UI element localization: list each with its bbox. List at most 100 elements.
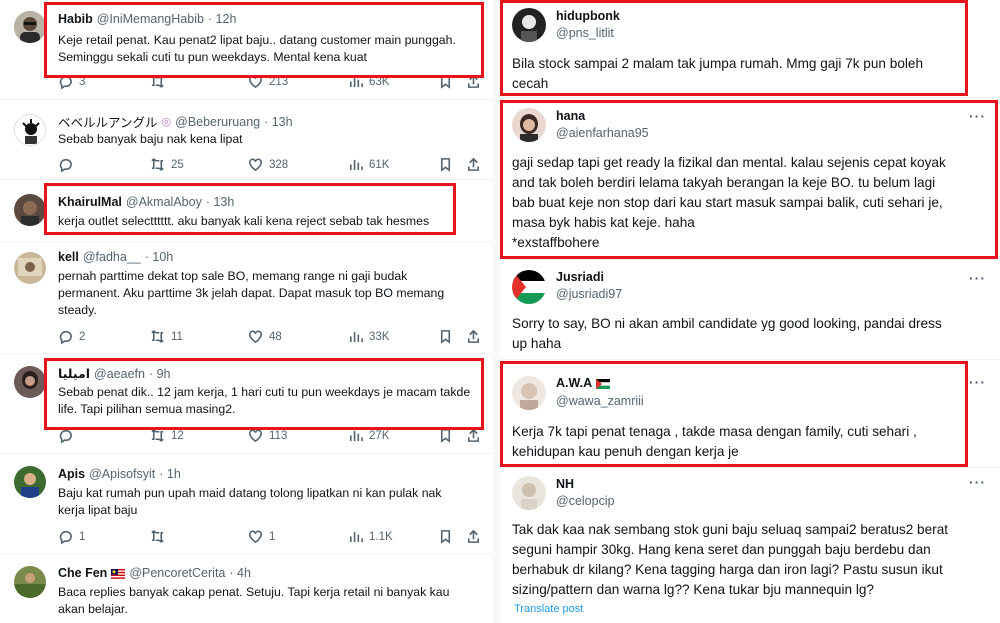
tweet-text: kerja outlet selectttttt. aku banyak kal… <box>58 214 430 228</box>
post-time[interactable]: · 13h <box>264 115 293 129</box>
post-time[interactable]: · 12h <box>208 12 237 26</box>
more-options-button[interactable]: ··· <box>969 374 986 390</box>
author-handle[interactable]: @celopcip <box>556 494 615 508</box>
author-handle[interactable]: @Apisofsyit <box>89 467 155 481</box>
tweet-jusriadi[interactable]: Jusriadi @jusriadi97 ··· Sorry to say, B… <box>500 260 1000 360</box>
avatar[interactable] <box>14 252 46 284</box>
share-button[interactable] <box>466 529 481 544</box>
author-name[interactable]: hidupbonk <box>556 9 620 23</box>
share-button[interactable] <box>466 74 481 89</box>
author-name[interactable]: KhairulMal <box>58 195 122 209</box>
like-button[interactable]: 328 <box>248 157 288 172</box>
author-handle[interactable]: @aienfarhana95 <box>556 126 649 140</box>
post-time[interactable]: · 4h <box>229 566 251 580</box>
bookmark-button[interactable] <box>438 428 453 443</box>
like-button[interactable]: 1 <box>248 529 275 544</box>
post-time[interactable]: · 1h <box>159 467 181 481</box>
reply-button[interactable]: 2 <box>58 329 85 344</box>
view-count: 27K <box>369 429 390 442</box>
bookmark-button[interactable] <box>438 157 453 172</box>
author-name[interactable]: kell <box>58 250 79 264</box>
avatar[interactable] <box>512 108 546 142</box>
share-button[interactable] <box>466 329 481 344</box>
translate-post-link[interactable]: Translate post <box>514 603 583 615</box>
author-handle[interactable]: @AkmalAboy <box>126 195 202 209</box>
tweet-nh[interactable]: NH @celopcip ··· Tak dak kaa nak sembang… <box>500 468 1000 623</box>
like-button[interactable]: 113 <box>248 428 287 443</box>
reply-button[interactable] <box>58 428 79 443</box>
author-name[interactable]: Habib <box>58 12 93 26</box>
share-icon <box>468 157 479 171</box>
tweet-awa[interactable]: A.W.A @wawa_zamriii ··· Kerja 7k tapi pe… <box>500 360 1000 468</box>
tweet-beberuruang[interactable]: ベベルルアングル ◎ @Beberuruang · 13h Sebab bany… <box>0 100 493 180</box>
views-button[interactable]: 27K <box>348 428 389 443</box>
avatar[interactable] <box>14 566 46 598</box>
author-handle[interactable]: @IniMemangHabib <box>97 12 204 26</box>
reply-button[interactable]: 3 <box>58 74 85 89</box>
tweet-kell[interactable]: kell @fadha__ · 10h pernah parttime deka… <box>0 242 493 354</box>
author-handle[interactable]: @pns_litlit <box>556 26 614 40</box>
reply-button[interactable] <box>58 157 79 172</box>
views-button[interactable]: 63K <box>348 74 389 89</box>
tweet-hidupbonk[interactable]: hidupbonk @pns_litlit Bila stock sampai … <box>500 0 1000 98</box>
bookmark-button[interactable] <box>438 74 453 89</box>
more-options-button[interactable]: ··· <box>969 270 986 286</box>
author-name[interactable]: Apis <box>58 467 85 481</box>
reply-icon <box>59 531 72 544</box>
tweet-khairulmal[interactable]: KhairulMal @AkmalAboy · 13h kerja outlet… <box>0 180 493 242</box>
reply-button[interactable]: 1 <box>58 529 85 544</box>
views-button[interactable]: 1.1K <box>348 529 393 544</box>
tweet-chefen[interactable]: Che Fen @PencoretCerita · 4h Baca replie… <box>0 554 493 623</box>
author-handle[interactable]: @PencoretCerita <box>129 566 225 580</box>
action-bar: 25 328 61K <box>58 157 479 173</box>
more-options-button[interactable]: ··· <box>969 474 986 490</box>
author-name[interactable]: A.W.A <box>556 376 592 390</box>
author-handle[interactable]: @Beberuruang <box>175 115 260 129</box>
author-name[interactable]: Jusriadi <box>556 270 604 284</box>
share-button[interactable] <box>466 428 481 443</box>
share-button[interactable] <box>466 157 481 172</box>
author-name[interactable]: NH <box>556 477 574 491</box>
avatar[interactable] <box>14 11 46 43</box>
author-name[interactable]: Che Fen <box>58 566 107 580</box>
views-button[interactable]: 61K <box>348 157 389 172</box>
post-time[interactable]: · 13h <box>206 195 235 209</box>
bookmark-button[interactable] <box>438 529 453 544</box>
tweet-apis[interactable]: Apis @Apisofsyit · 1h Baju kat rumah pun… <box>0 454 493 554</box>
author-name[interactable]: اميليا <box>58 366 90 381</box>
bookmark-button[interactable] <box>438 329 453 344</box>
reply-count: 1 <box>79 530 86 543</box>
retweet-button[interactable] <box>150 74 171 89</box>
retweet-button[interactable]: 12 <box>150 428 184 443</box>
avatar[interactable] <box>14 114 46 146</box>
tweet-amelia[interactable]: اميليا @aeaefn · 9h Sebab penat dik.. 12… <box>0 354 493 454</box>
avatar[interactable] <box>14 194 46 226</box>
author-handle[interactable]: @wawa_zamriii <box>556 394 644 408</box>
avatar[interactable] <box>512 376 546 410</box>
like-button[interactable]: 48 <box>248 329 282 344</box>
tweet-text: Sebab penat dik.. 12 jam kerja, 1 hari c… <box>58 385 471 416</box>
tweet-hana[interactable]: hana @aienfarhana95 ··· gaji sedap tapi … <box>500 98 1000 260</box>
avatar[interactable] <box>14 366 46 398</box>
author-handle[interactable]: @jusriadi97 <box>556 287 622 301</box>
action-bar: 1 1 1.1K <box>58 529 479 545</box>
avatar[interactable] <box>512 8 546 42</box>
retweet-count: 11 <box>171 330 183 343</box>
tweet-habib[interactable]: Habib @IniMemangHabib · 12h Keje retail … <box>0 0 493 100</box>
author-handle[interactable]: @fadha__ <box>83 250 141 264</box>
post-time[interactable]: · 10h <box>145 250 174 264</box>
avatar[interactable] <box>512 476 546 510</box>
retweet-button[interactable]: 11 <box>150 329 183 344</box>
views-button[interactable]: 33K <box>348 329 389 344</box>
retweet-button[interactable]: 25 <box>150 157 184 172</box>
avatar[interactable] <box>512 270 546 304</box>
like-button[interactable]: 213 <box>248 74 288 89</box>
author-name[interactable]: ベベルルアングル <box>58 112 158 131</box>
retweet-button[interactable] <box>150 529 171 544</box>
view-count: 1.1K <box>369 530 393 543</box>
post-time[interactable]: · 9h <box>149 367 171 381</box>
avatar[interactable] <box>14 466 46 498</box>
more-options-button[interactable]: ··· <box>969 108 986 124</box>
author-handle[interactable]: @aeaefn <box>94 367 145 381</box>
author-name[interactable]: hana <box>556 109 585 123</box>
